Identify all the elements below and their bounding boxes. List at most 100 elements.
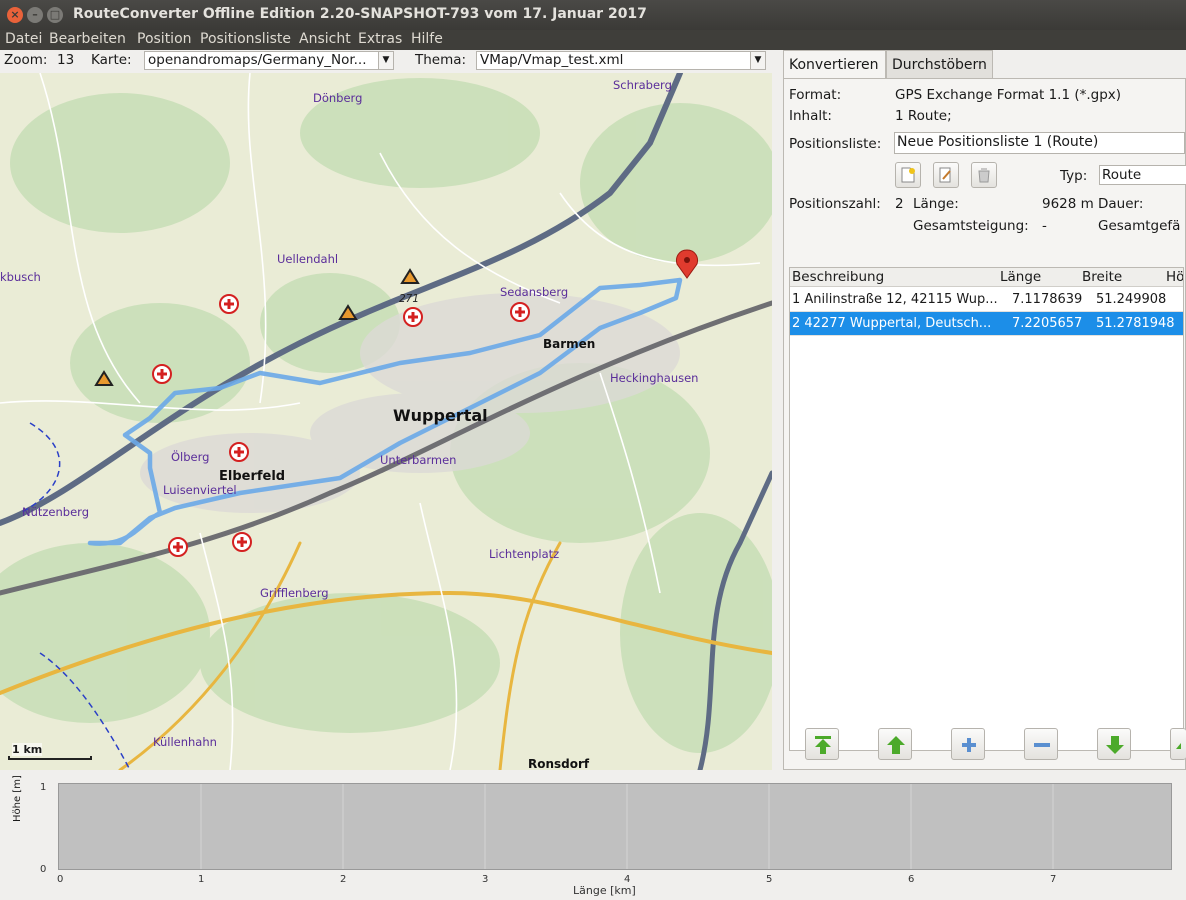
map-view[interactable]: Schraberg Dönberg Uellendahl kbusch Seda… — [0, 73, 772, 770]
menu-positionsliste[interactable]: Positionsliste — [200, 31, 291, 47]
edit-icon — [939, 167, 951, 183]
content-label: Inhalt: — [789, 108, 832, 124]
menu-position[interactable]: Position — [137, 31, 192, 47]
column-laenge[interactable]: Länge — [1000, 269, 1041, 285]
positionsliste-label: Positionsliste: — [789, 136, 882, 152]
map-scale-bar: 1 km — [8, 743, 92, 761]
scale-bar-line — [8, 756, 92, 760]
x-tick: 3 — [482, 874, 489, 885]
table-header: Beschreibung Länge Breite Hö — [790, 268, 1183, 287]
trash-icon — [978, 168, 990, 183]
format-value: GPS Exchange Format 1.1 (*.gpx) — [895, 87, 1122, 103]
maximize-window-button[interactable]: □ — [47, 7, 63, 23]
x-tick: 0 — [57, 874, 64, 885]
length-label: Länge: — [913, 196, 959, 212]
column-hoehe[interactable]: Hö — [1166, 269, 1183, 285]
y-tick: 0 — [40, 864, 47, 875]
arrow-up-icon — [887, 736, 905, 754]
cell-description: 2 42277 Wuppertal, Deutsch... — [792, 316, 992, 331]
plus-icon — [962, 738, 976, 752]
map-toolbar: Zoom: 13 Karte: openandromaps/Germany_No… — [0, 50, 780, 72]
place-label-grifflenberg: Grifflenberg — [260, 586, 329, 600]
place-label-nuetzenberg: Nützenberg — [22, 505, 90, 519]
ascent-value: - — [1042, 218, 1047, 234]
remove-position-button[interactable] — [1024, 728, 1058, 760]
place-label-heckinghausen: Heckinghausen — [610, 371, 699, 385]
elevation-profile: Höhe [m] 1 0 0 1 2 3 4 5 6 7 Länge [km] — [0, 772, 1186, 900]
descent-label: Gesamtgefä — [1098, 218, 1181, 234]
column-beschreibung[interactable]: Beschreibung — [792, 269, 884, 285]
table-row[interactable]: 1 Anilinstraße 12, 42115 Wup... 7.117863… — [790, 288, 1183, 312]
x-tick: 5 — [766, 874, 773, 885]
peak-elevation-label: 271 — [399, 293, 420, 305]
maximize-icon: □ — [49, 8, 61, 21]
theme-select-value: VMap/Vmap_test.xml — [480, 52, 624, 68]
side-panel: Konvertieren Durchstöbern Format: GPS Ex… — [783, 50, 1186, 770]
format-label: Format: — [789, 87, 842, 103]
place-label-luisenviertel: Luisenviertel — [163, 483, 237, 497]
map-label: Karte: — [91, 52, 132, 68]
title-bar: × – □ RouteConverter Offline Edition 2.2… — [0, 0, 1186, 30]
arrow-down-icon — [1106, 736, 1124, 754]
place-label-kuellenhahn: Küllenhahn — [153, 735, 217, 749]
place-label-elberfeld: Elberfeld — [219, 469, 286, 484]
position-count-value: 2 — [895, 196, 904, 212]
menu-datei[interactable]: Datei — [5, 31, 42, 47]
menu-bar: Datei Bearbeiten Position Positionsliste… — [0, 30, 1186, 50]
place-label-lichtenplatz: Lichtenplatz — [489, 547, 560, 561]
move-down-button[interactable] — [1097, 728, 1131, 760]
x-tick: 6 — [908, 874, 915, 885]
zoom-label: Zoom: — [4, 52, 48, 68]
profile-grid — [200, 784, 1054, 869]
x-tick: 1 — [198, 874, 205, 885]
delete-list-button[interactable] — [971, 162, 997, 188]
place-label-barmen: Barmen — [543, 337, 596, 351]
add-position-button[interactable] — [951, 728, 985, 760]
profile-y-label: Höhe [m] — [12, 775, 23, 822]
rename-list-button[interactable] — [933, 162, 959, 188]
close-window-button[interactable]: × — [7, 7, 23, 23]
table-row[interactable]: 2 42277 Wuppertal, Deutsch... 7.2205657 … — [790, 312, 1183, 336]
new-list-button[interactable] — [895, 162, 921, 188]
map-canvas[interactable] — [0, 73, 772, 770]
profile-x-label: Länge [km] — [573, 884, 636, 897]
move-top-icon — [815, 736, 831, 754]
close-icon: × — [10, 8, 20, 21]
type-select[interactable]: Route — [1099, 165, 1186, 185]
move-up-button[interactable] — [878, 728, 912, 760]
zoom-value: 13 — [57, 52, 75, 68]
ascent-label: Gesamtsteigung: — [913, 218, 1029, 234]
content-value: 1 Route; — [895, 108, 952, 124]
y-tick: 1 — [40, 782, 47, 793]
move-to-bottom-button[interactable] — [1170, 728, 1186, 760]
tab-durchstoebern[interactable]: Durchstöbern — [886, 50, 993, 78]
x-tick: 2 — [340, 874, 347, 885]
theme-select[interactable]: VMap/Vmap_test.xml ▼ — [476, 51, 766, 70]
length-value: 9628 m — [1042, 196, 1094, 212]
theme-label: Thema: — [415, 52, 467, 68]
place-label-ronsdorf: Ronsdorf — [528, 757, 590, 770]
menu-bearbeiten[interactable]: Bearbeiten — [49, 31, 126, 47]
position-count-label: Positionszahl: — [789, 196, 881, 212]
scale-label: 1 km — [12, 743, 43, 756]
menu-ansicht[interactable]: Ansicht — [299, 31, 351, 47]
chevron-down-icon: ▼ — [750, 52, 765, 69]
place-label-kbusch: kbusch — [0, 270, 41, 284]
duration-label: Dauer: — [1098, 196, 1144, 212]
menu-hilfe[interactable]: Hilfe — [411, 31, 443, 47]
move-to-top-button[interactable] — [805, 728, 839, 760]
window-title: RouteConverter Offline Edition 2.20-SNAP… — [73, 6, 647, 22]
x-tick: 7 — [1050, 874, 1057, 885]
tab-konvertieren[interactable]: Konvertieren — [783, 50, 886, 80]
cell-longitude: 7.2205657 — [1012, 316, 1083, 331]
type-label: Typ: — [1060, 168, 1088, 184]
positionsliste-field[interactable]: Neue Positionsliste 1 (Route) — [894, 132, 1185, 154]
place-label-doenberg: Dönberg — [313, 91, 363, 105]
convert-panel: Format: GPS Exchange Format 1.1 (*.gpx) … — [783, 78, 1186, 770]
column-breite[interactable]: Breite — [1082, 269, 1122, 285]
profile-plot-area[interactable] — [58, 783, 1172, 870]
cell-description: 1 Anilinstraße 12, 42115 Wup... — [792, 292, 997, 307]
minimize-window-button[interactable]: – — [27, 7, 43, 23]
map-select[interactable]: openandromaps/Germany_Nor... ▼ — [144, 51, 394, 70]
menu-extras[interactable]: Extras — [358, 31, 402, 47]
